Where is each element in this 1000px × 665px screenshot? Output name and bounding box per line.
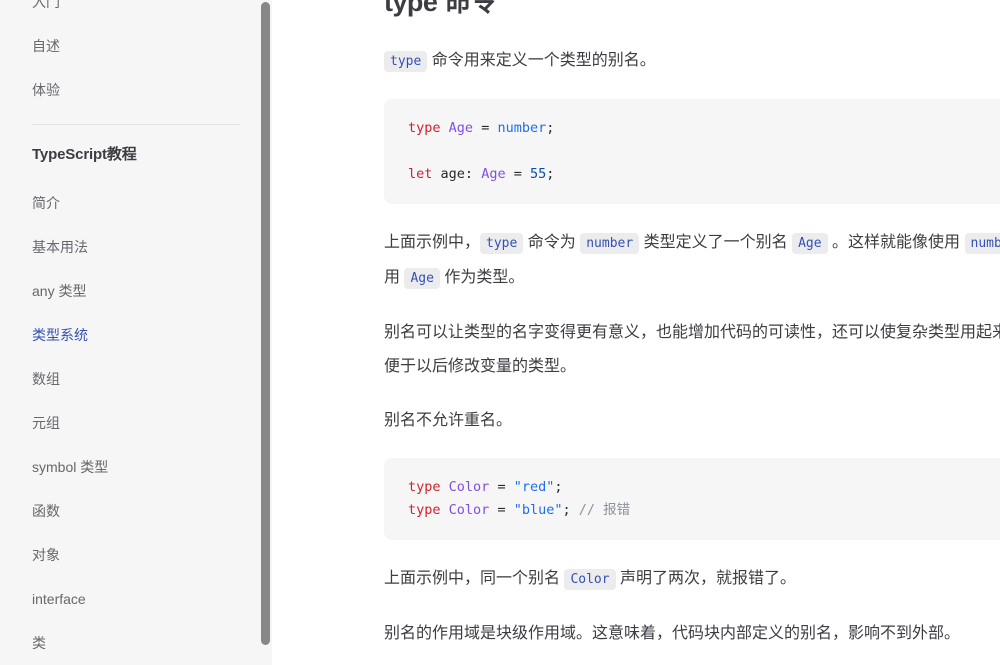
inline-code-age: Age — [792, 233, 828, 254]
sidebar-item-ts-7[interactable]: 函数 — [32, 495, 240, 527]
code-token: = — [497, 502, 506, 518]
p2-seg-a: 上面示例中， — [384, 234, 481, 251]
paragraph-intro: type 命令用来定义一个类型的别名。 — [384, 44, 1000, 79]
code-token: = — [497, 479, 506, 495]
sidebar-section-title: TypeScript教程 — [32, 146, 137, 163]
code-token: // 报错 — [578, 502, 631, 518]
inline-code-age-2: Age — [404, 268, 440, 289]
code-block-color-duplicate: type Color = "red"; type Color = "blue";… — [384, 458, 1000, 540]
p5-seg-a: 上面示例中，同一个别名 — [384, 570, 565, 587]
code-token: Age — [448, 120, 474, 136]
main-content: type 命令 type 命令用来定义一个类型的别名。 type Age = n… — [272, 0, 1000, 665]
sidebar-item-ts-0[interactable]: 简介 — [32, 187, 240, 219]
sidebar-content: 入门自述体验 TypeScript教程 简介基本用法 any 类型 类型系统数组元组… — [0, 0, 272, 665]
inline-code-number-2: number — [964, 233, 1000, 254]
sidebar-divider — [32, 124, 240, 125]
sidebar-top-group: 入门 自述 体验 — [32, 0, 240, 106]
code-token: : — [464, 166, 474, 182]
sidebar-item-ts-2[interactable]: any 类型 — [32, 275, 240, 307]
p2-seg-e: 。这样就能像使用 — [827, 234, 965, 251]
code-token: age — [432, 166, 465, 182]
sidebar-item-ts-5[interactable]: 元组 — [32, 407, 240, 439]
code-token: Color — [448, 479, 490, 495]
sidebar-item-1[interactable]: 自述 — [32, 30, 240, 62]
sidebar-navigation: 入门自述体验 TypeScript教程 简介基本用法 any 类型 类型系统数组元组… — [0, 0, 272, 665]
p2-seg-d: 类型定义了一个别名 — [639, 234, 793, 251]
code-token: "red" — [513, 479, 555, 495]
paragraph-duplicate-explain: 上面示例中，同一个别名 Color 声明了两次，就报错了。 — [384, 562, 1000, 597]
code-token: ; — [546, 120, 555, 136]
paragraph-explanation: 上面示例中， type 命令为 number 类型定义了一个别名 Age 。这样就… — [384, 226, 1000, 296]
sidebar-item-ts-9[interactable]: interface — [32, 583, 240, 615]
inline-code-number: number — [580, 233, 640, 254]
sidebar-item-ts-6[interactable]: symbol 类型 — [32, 451, 240, 483]
code-token: ; — [562, 502, 571, 518]
code-token: ; — [546, 166, 555, 182]
inline-code-type: type — [384, 51, 428, 72]
paragraph-scope: 别名的作用域是块级作用域。这意味着，代码块内部定义的别名，影响不到外部。 — [384, 625, 961, 642]
code-token: number — [497, 120, 547, 136]
sidebar-item-2[interactable]: 体验 — [32, 74, 240, 106]
p2-seg-h: 作为类型。 — [439, 269, 525, 286]
sidebar-item-ts-1[interactable]: 基本用法 — [32, 231, 240, 263]
code-token: 55 — [530, 166, 547, 182]
code-token: Color — [448, 502, 490, 518]
code-token: type — [408, 479, 441, 495]
sidebar-item-ts-10[interactable]: 类 — [32, 627, 240, 659]
code-token: "blue" — [513, 502, 563, 518]
code-token: ; — [554, 479, 563, 495]
code-token: Age — [481, 166, 506, 182]
code-token: = — [513, 166, 522, 182]
sidebar-item-ts-3[interactable]: 类型系统 — [32, 319, 240, 351]
sidebar-item-ts-8[interactable]: 对象 — [32, 539, 240, 571]
code-token: let — [408, 166, 433, 182]
page-title: type 命令 — [384, 0, 498, 17]
paragraph-no-duplicate: 别名不允许重名。 — [384, 412, 513, 429]
p5-seg-b: 声明了两次，就报错了。 — [615, 570, 797, 587]
paragraph-intro-text: 命令用来定义一个类型的别名。 — [427, 52, 656, 69]
document-body: type 命令 type 命令用来定义一个类型的别名。 type Age = n… — [272, 0, 1000, 665]
sidebar-item-ts-4[interactable]: 数组 — [32, 363, 240, 395]
code-block-age-content: type Age = number; let age: Age = 55; — [408, 117, 1000, 186]
paragraph-benefits: 别名可以让类型的名字变得更有意义，也能增加代码的可读性，还可以使复杂类型用起来更… — [384, 324, 1000, 375]
code-token: type — [408, 502, 441, 518]
inline-code-color: Color — [564, 569, 616, 590]
p2-seg-b: 命令为 — [523, 234, 581, 251]
sidebar-item-0[interactable]: 入门 — [32, 0, 240, 18]
p2-seg-g: 用 — [384, 269, 405, 286]
code-block-color-duplicate-content: type Color = "red"; type Color = "blue";… — [408, 476, 1000, 522]
inline-code-type-2: type — [480, 233, 524, 254]
documentation-page: 入门自述体验 TypeScript教程 简介基本用法 any 类型 类型系统数组元组… — [0, 0, 1000, 665]
code-block-age: type Age = number; let age: Age = 55; — [384, 99, 1000, 204]
sidebar-scrollbar-thumb[interactable] — [261, 2, 270, 645]
code-token: type — [408, 120, 441, 136]
sidebar-main-group: 简介基本用法 any 类型 类型系统数组元组 symbol 类型 函数对象 interfa… — [32, 187, 240, 665]
